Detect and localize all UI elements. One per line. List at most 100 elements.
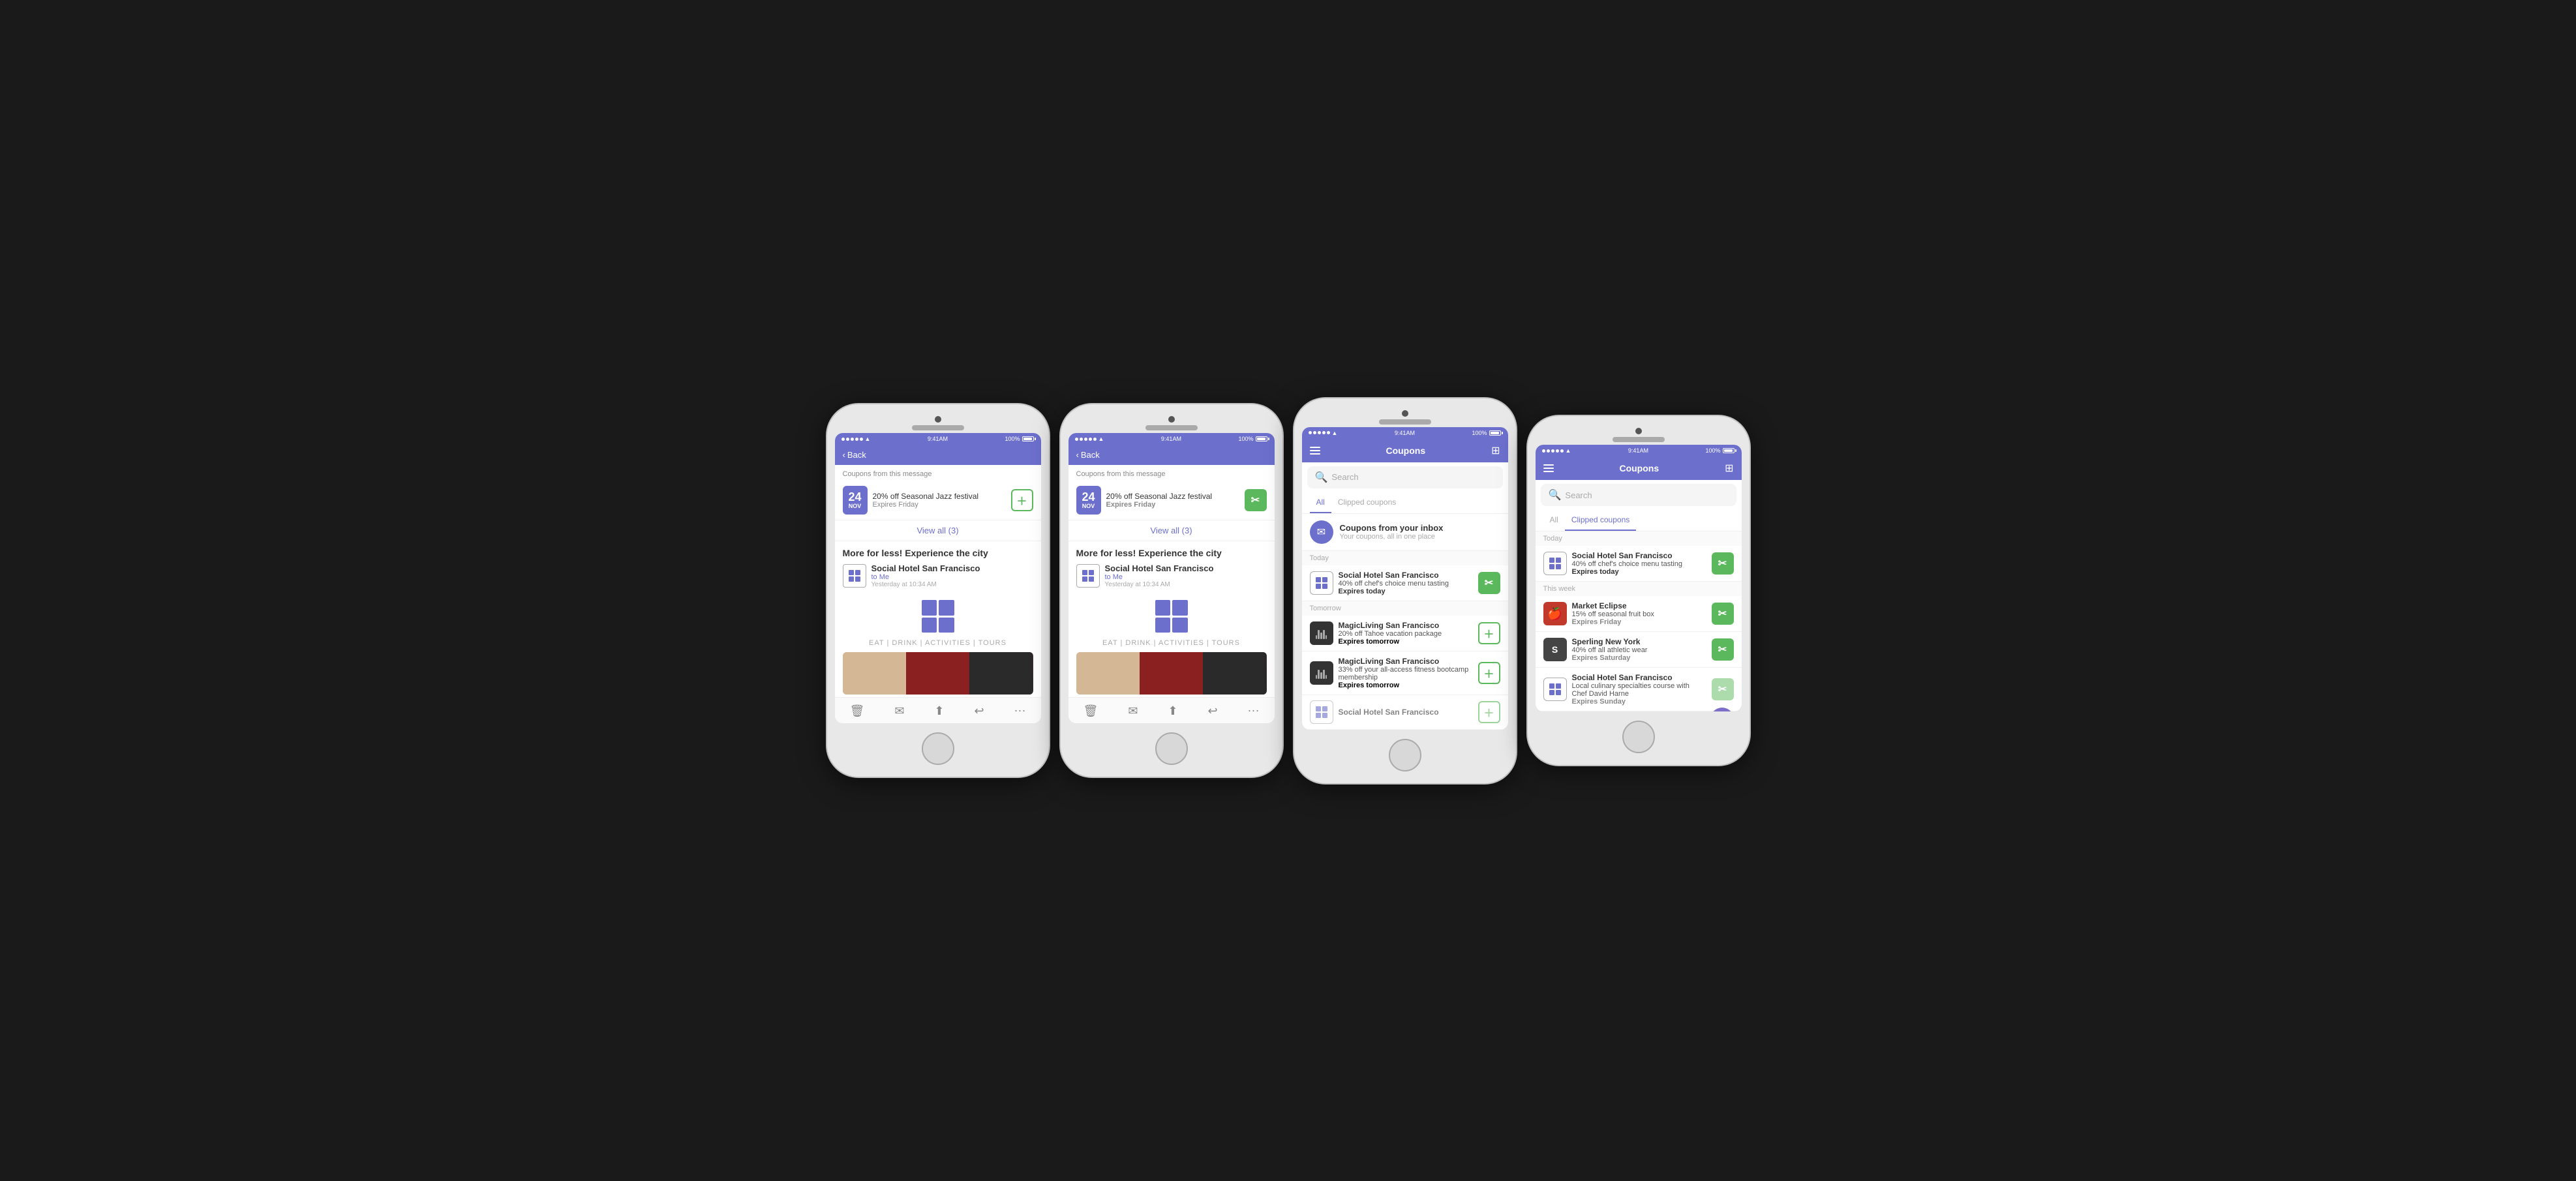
delete-icon-2[interactable]: 🗑 [1078, 703, 1103, 719]
coupon-date-month-2: NOV [1082, 503, 1095, 509]
coupons-from-label-1: Coupons from this message [835, 465, 1041, 481]
clip-btn-sperling-4[interactable]: ✂ [1712, 638, 1734, 661]
add-btn-magic1-3[interactable]: ＋ [1478, 622, 1500, 644]
add-btn-shsf2-3[interactable]: ＋ [1478, 701, 1500, 723]
more-title-1: More for less! Experience the city [843, 548, 1033, 558]
coupon-text-2: 20% off Seasonal Jazz festival Expires F… [1106, 492, 1239, 509]
search-bar-4[interactable]: 🔍 Search [1541, 484, 1736, 506]
nav-header-3: Coupons ⊞ [1302, 439, 1508, 462]
message-info-2: Social Hotel San Francisco to Me Yesterd… [1105, 563, 1267, 588]
more-icon-1[interactable]: ··· [1009, 703, 1031, 719]
status-right-3: 100% [1472, 430, 1501, 436]
coupon-list-icon-4[interactable]: ⊞ [1725, 462, 1733, 475]
battery-bar-3 [1489, 430, 1501, 436]
coupon-info-shsf-4: Social Hotel San Francisco 40% off chef'… [1572, 551, 1706, 576]
clip-btn-shsf2-4[interactable]: ✂ [1712, 678, 1734, 700]
view-all-2[interactable]: View all (3) [1068, 520, 1275, 541]
clip-btn-shsf-4[interactable]: ✂ [1712, 552, 1734, 575]
status-right-2: 100% [1238, 436, 1267, 442]
home-button-1[interactable] [922, 732, 954, 765]
time-4: 9:41AM [1628, 447, 1648, 454]
mail-icon-2[interactable]: ✉ [1123, 703, 1143, 719]
home-button-4[interactable] [1622, 721, 1655, 753]
eat-label-2: EAT | DRINK | ACTIVITIES | TOURS [1068, 636, 1275, 650]
inbox-text-3: Coupons from your inbox Your coupons, al… [1340, 523, 1444, 541]
message-row-2[interactable]: Social Hotel San Francisco to Me Yesterd… [1076, 563, 1267, 588]
big-grid-1 [922, 600, 954, 633]
signal-4 [1542, 449, 1564, 453]
coupon-add-btn-1[interactable]: ＋ [1011, 489, 1033, 511]
add-btn-magic2-3[interactable]: ＋ [1478, 662, 1500, 684]
coupon-brand-magic2-3: MagicLiving San Francisco [1339, 657, 1473, 666]
inbox-row-3[interactable]: ✉ Coupons from your inbox Your coupons, … [1302, 514, 1508, 551]
avatar-magic2-3 [1310, 661, 1333, 685]
mail-icon-1[interactable]: ✉ [889, 703, 909, 719]
status-left-3: ▲ [1309, 430, 1338, 436]
coupon-magic2-3[interactable]: MagicLiving San Francisco 33% off your a… [1302, 651, 1508, 695]
tab-clipped-3[interactable]: Clipped coupons [1331, 492, 1402, 513]
coupon-clip-btn-2[interactable]: ✂ [1245, 489, 1267, 511]
clip-btn-market-4[interactable]: ✂ [1712, 603, 1734, 625]
waveform2-3 [1316, 667, 1327, 679]
coupon-brand-shsf-4: Social Hotel San Francisco [1572, 551, 1706, 560]
coupon-exp-magic2-3: Expires tomorrow [1339, 681, 1473, 689]
coupon-shsf2-4[interactable]: Social Hotel San Francisco Local culinar… [1536, 668, 1742, 711]
nav-header-2: ‹ Back [1068, 445, 1275, 465]
camera-4 [1635, 428, 1642, 434]
phone-2: ▲ 9:41AM 100% ‹ Back Coupons from this m… [1061, 404, 1282, 777]
coupon-shsf-3[interactable]: Social Hotel San Francisco 40% off chef'… [1302, 565, 1508, 601]
battery-pct-1: 100% [1005, 436, 1020, 442]
brand-icon-2 [1076, 564, 1100, 588]
tab-all-4[interactable]: All [1543, 510, 1565, 531]
hamburger-icon-4[interactable] [1543, 464, 1554, 472]
search-text-3: Search [1331, 472, 1358, 482]
coupon-list-icon-3[interactable]: ⊞ [1491, 444, 1500, 457]
food-panel-3 [969, 652, 1033, 695]
upload-icon-1[interactable]: ⬆ [929, 703, 949, 719]
wifi-icon-4: ▲ [1566, 447, 1571, 454]
coupon-shsf2-3[interactable]: Social Hotel San Francisco ＋ [1302, 695, 1508, 730]
back-button-2[interactable]: ‹ Back [1076, 450, 1100, 460]
big-grid-2 [1155, 600, 1188, 633]
date-tomorrow-3: Tomorrow [1302, 601, 1508, 616]
coupon-desc-market-4: 15% off seasonal fruit box [1572, 610, 1706, 618]
phone-bottom-2 [1068, 723, 1275, 769]
coupon-date-num-2: 24 [1082, 491, 1095, 503]
coupon-info-magic2-3: MagicLiving San Francisco 33% off your a… [1339, 657, 1473, 689]
home-button-3[interactable] [1389, 739, 1421, 771]
more-icon-2[interactable]: ··· [1243, 703, 1265, 719]
search-text-4: Search [1565, 490, 1592, 500]
delete-icon-1[interactable]: 🗑 [844, 703, 870, 719]
status-bar-3: ▲ 9:41AM 100% [1302, 427, 1508, 439]
reply-icon-2[interactable]: ↩ [1202, 703, 1222, 719]
home-button-2[interactable] [1155, 732, 1188, 765]
coupon-brand-sperling-4: Sperling New York [1572, 637, 1706, 646]
coupon-desc-magic1-3: 20% off Tahoe vacation package [1339, 630, 1473, 638]
coupon-sperling-4[interactable]: S Sperling New York 40% off all athletic… [1536, 632, 1742, 668]
tab-all-3[interactable]: All [1310, 492, 1331, 513]
coupon-market-4[interactable]: 🍎 Market Eclipse 15% off seasonal fruit … [1536, 596, 1742, 632]
back-chevron-2: ‹ [1076, 450, 1079, 460]
reply-icon-1[interactable]: ↩ [969, 703, 989, 719]
status-left-1: ▲ [841, 436, 871, 442]
search-bar-3[interactable]: 🔍 Search [1307, 466, 1503, 488]
message-time-2: Yesterday at 10:34 AM [1105, 581, 1267, 588]
brand-name-1: Social Hotel San Francisco [871, 563, 1033, 573]
coupons-from-label-2: Coupons from this message [1068, 465, 1275, 481]
clip-btn-shsf-3[interactable]: ✂ [1478, 572, 1500, 594]
screen-3: ▲ 9:41AM 100% Coupons ⊞ 🔍 Search All Cli… [1302, 427, 1508, 730]
tab-clipped-4[interactable]: Clipped coupons [1565, 510, 1636, 531]
message-to-2: to Me [1105, 573, 1267, 581]
signal-3 [1309, 431, 1330, 434]
food-panel-5 [1140, 652, 1203, 695]
avatar-sperling-4: S [1543, 638, 1567, 661]
message-row-1[interactable]: Social Hotel San Francisco to Me Yesterd… [843, 563, 1033, 588]
coupon-shsf-4[interactable]: Social Hotel San Francisco 40% off chef'… [1536, 546, 1742, 582]
hamburger-icon-3[interactable] [1310, 447, 1320, 455]
back-button-1[interactable]: ‹ Back [843, 450, 866, 460]
upload-icon-2[interactable]: ⬆ [1162, 703, 1183, 719]
nav-title-4: Coupons [1554, 463, 1725, 473]
coupon-magic1-3[interactable]: MagicLiving San Francisco 20% off Tahoe … [1302, 616, 1508, 651]
view-all-1[interactable]: View all (3) [835, 520, 1041, 541]
coupon-expires-2: Expires Friday [1106, 501, 1239, 509]
